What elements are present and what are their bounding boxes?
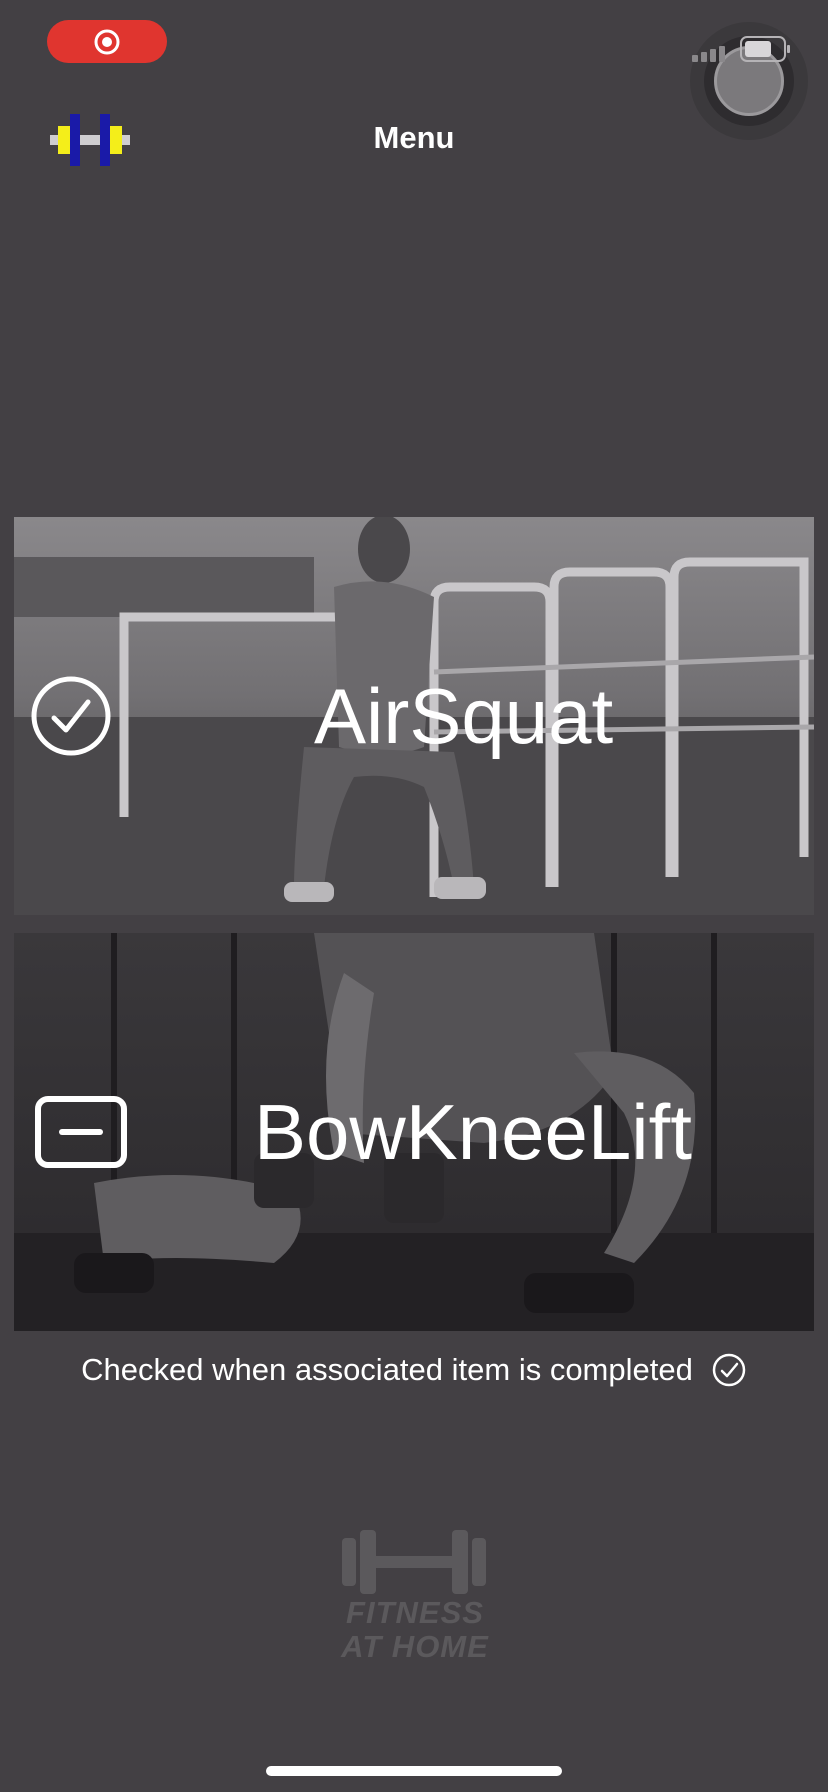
brand-wordmark: FITNESS AT HOME [320, 1596, 510, 1664]
signal-icon [692, 46, 725, 62]
empty-box-icon[interactable] [34, 1095, 128, 1169]
exercise-card-airsquat[interactable]: AirSquat [14, 517, 814, 915]
screen-recording-indicator[interactable] [47, 20, 167, 63]
checkmark-circle-icon [712, 1353, 746, 1387]
battery-icon [740, 36, 790, 62]
brand-line-1: FITNESS [346, 1595, 484, 1630]
page-title: Menu [373, 120, 455, 155]
record-icon [94, 29, 120, 54]
card-label: BowKneeLift [254, 1087, 692, 1176]
card-label: AirSquat [314, 671, 614, 760]
brand-line-2: AT HOME [341, 1629, 489, 1664]
exercise-card-bowkneelift[interactable]: BowKneeLift [14, 933, 814, 1331]
completion-hint-text: Checked when associated item is complete… [81, 1352, 693, 1387]
home-indicator[interactable] [266, 1766, 562, 1776]
checkmark-circle-icon[interactable] [30, 675, 112, 757]
completion-hint: Checked when associated item is complete… [0, 1350, 828, 1390]
